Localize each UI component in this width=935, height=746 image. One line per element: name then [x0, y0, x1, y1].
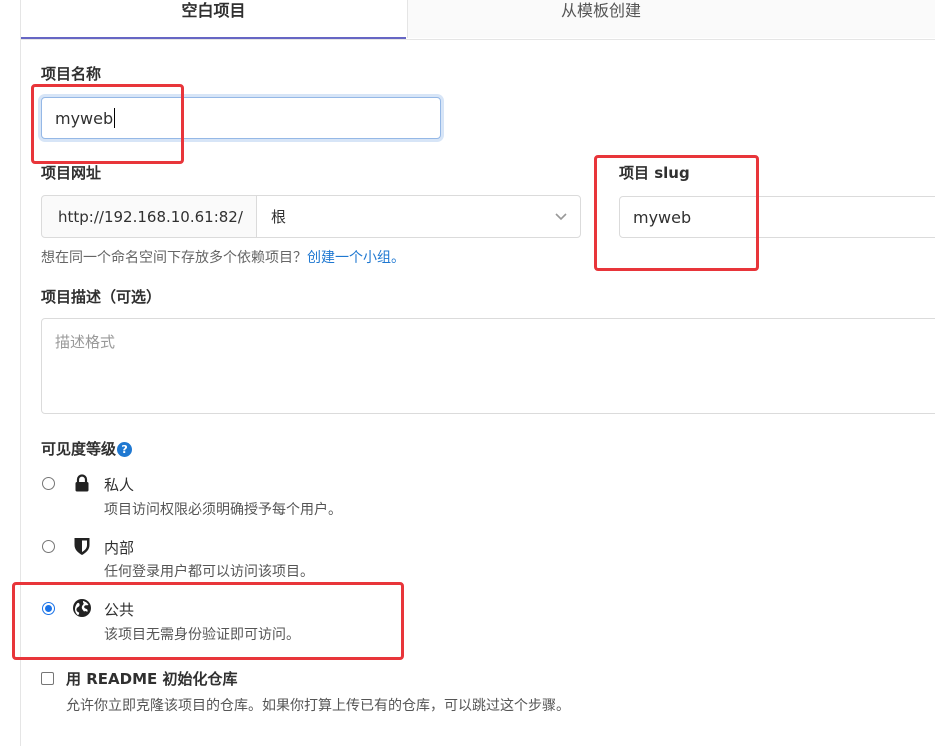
url-help-message: 想在同一个命名空间下存放多个依赖项目？	[41, 250, 307, 266]
readme-checkbox[interactable]	[41, 672, 54, 685]
chevron-down-icon	[555, 213, 567, 221]
tab-from-template[interactable]: 从模板创建	[407, 0, 795, 38]
annotation-box-slug	[594, 155, 759, 271]
description-label: 项目描述（可选）	[41, 288, 162, 306]
tab-bar: 空白项目 从模板创建	[21, 0, 935, 40]
namespace-selected-value: 根	[271, 208, 287, 226]
tab-empty	[794, 0, 935, 38]
visibility-private-desc: 项目访问权限必须明确授予每个用户。	[104, 502, 342, 518]
visibility-label: 可见度等级?	[41, 438, 133, 459]
tab-blank-project[interactable]: 空白项目	[21, 0, 406, 39]
project-name-label: 项目名称	[41, 65, 102, 83]
readme-label: 用 README 初始化仓库	[66, 670, 238, 688]
project-url-prefix: http://192.168.10.61:82/	[41, 195, 257, 238]
visibility-private-title: 私人	[104, 476, 135, 494]
shield-icon	[74, 538, 90, 555]
lock-icon	[75, 474, 89, 492]
description-textarea[interactable]: 描述格式	[41, 318, 935, 414]
visibility-private-radio[interactable]	[42, 477, 55, 490]
namespace-select[interactable]: 根	[256, 195, 581, 238]
annotation-box-public	[12, 582, 404, 660]
url-help-text: 想在同一个命名空间下存放多个依赖项目？创建一个小组。	[41, 247, 405, 267]
create-group-link[interactable]: 创建一个小组。	[307, 250, 405, 266]
project-url-prefix-text: http://192.168.10.61:82/	[58, 207, 243, 226]
visibility-internal-title: 内部	[104, 539, 135, 557]
visibility-label-text: 可见度等级	[41, 440, 117, 458]
visibility-internal-radio[interactable]	[42, 540, 55, 553]
visibility-internal-desc: 任何登录用户都可以访问该项目。	[104, 564, 314, 580]
question-icon[interactable]: ?	[117, 442, 133, 457]
readme-desc: 允许你立即克隆该项目的仓库。如果你打算上传已有的仓库，可以跳过这个步骤。	[66, 698, 570, 714]
annotation-box-name	[31, 84, 184, 164]
project-url-label: 项目网址	[41, 164, 102, 182]
description-placeholder: 描述格式	[55, 333, 116, 351]
